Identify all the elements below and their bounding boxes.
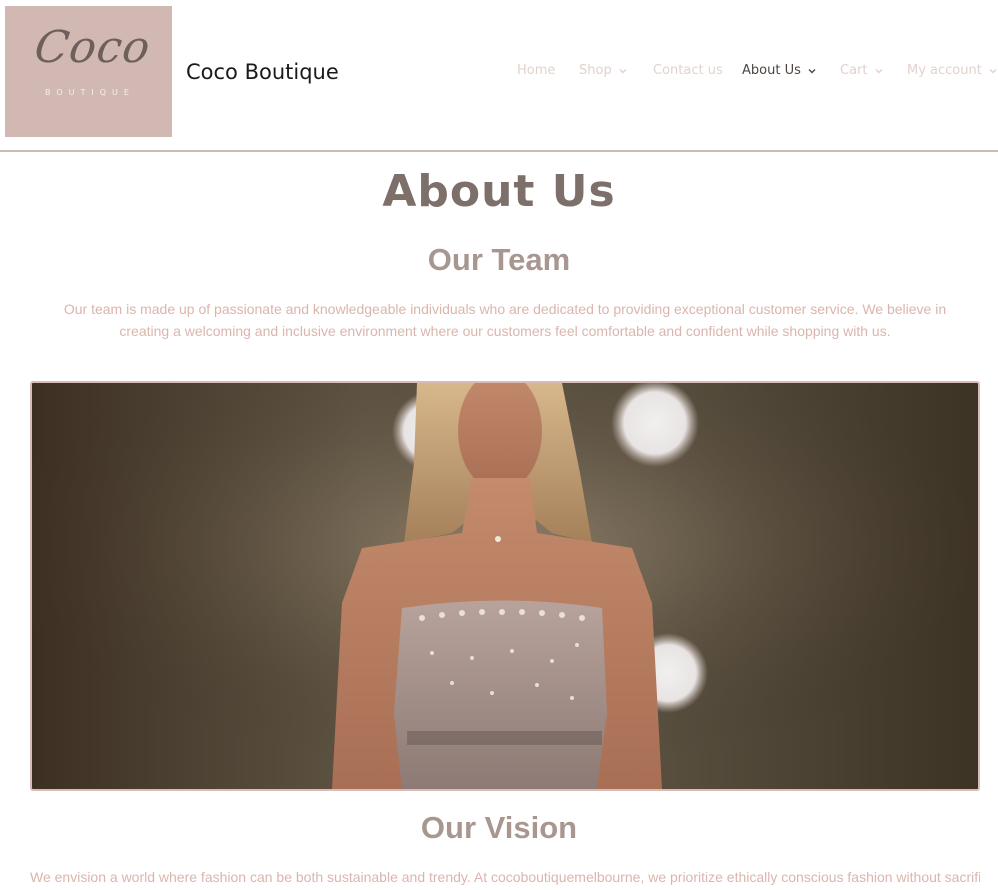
chevron-down-icon xyxy=(807,66,817,76)
main-navigation: Home Shop Contact us About Us Cart My ac… xyxy=(0,63,998,83)
team-heading: Our Team xyxy=(427,242,571,277)
nav-item-label: Cart xyxy=(840,63,868,78)
nav-item-label: Shop xyxy=(579,63,612,78)
nav-item-label: Contact us xyxy=(653,63,723,78)
chevron-down-icon xyxy=(618,66,628,76)
vision-heading: Our Vision xyxy=(420,810,578,845)
page-title: About Us xyxy=(382,166,616,217)
nav-item-label: About Us xyxy=(742,63,801,78)
team-description: Our team is made up of passionate and kn… xyxy=(63,301,947,339)
nav-item-about-us[interactable]: About Us xyxy=(742,63,817,78)
nav-item-label: Home xyxy=(517,63,556,78)
logo-subtitle: BOUTIQUE xyxy=(45,88,135,97)
chevron-down-icon xyxy=(988,66,998,76)
runway-video[interactable] xyxy=(30,381,980,791)
chevron-down-icon xyxy=(874,66,884,76)
nav-item-shop[interactable]: Shop xyxy=(579,63,628,78)
nav-item-home[interactable]: Home xyxy=(517,63,555,78)
nav-item-contact-us[interactable]: Contact us xyxy=(653,63,723,78)
vision-description: We envision a world where fashion can be… xyxy=(30,869,980,885)
nav-item-cart[interactable]: Cart xyxy=(840,63,884,78)
site-header: Coco BOUTIQUE Coco Boutique Home Shop Co… xyxy=(0,0,998,152)
nav-item-label: My account xyxy=(907,63,982,78)
nav-item-my-account[interactable]: My account xyxy=(907,63,998,78)
